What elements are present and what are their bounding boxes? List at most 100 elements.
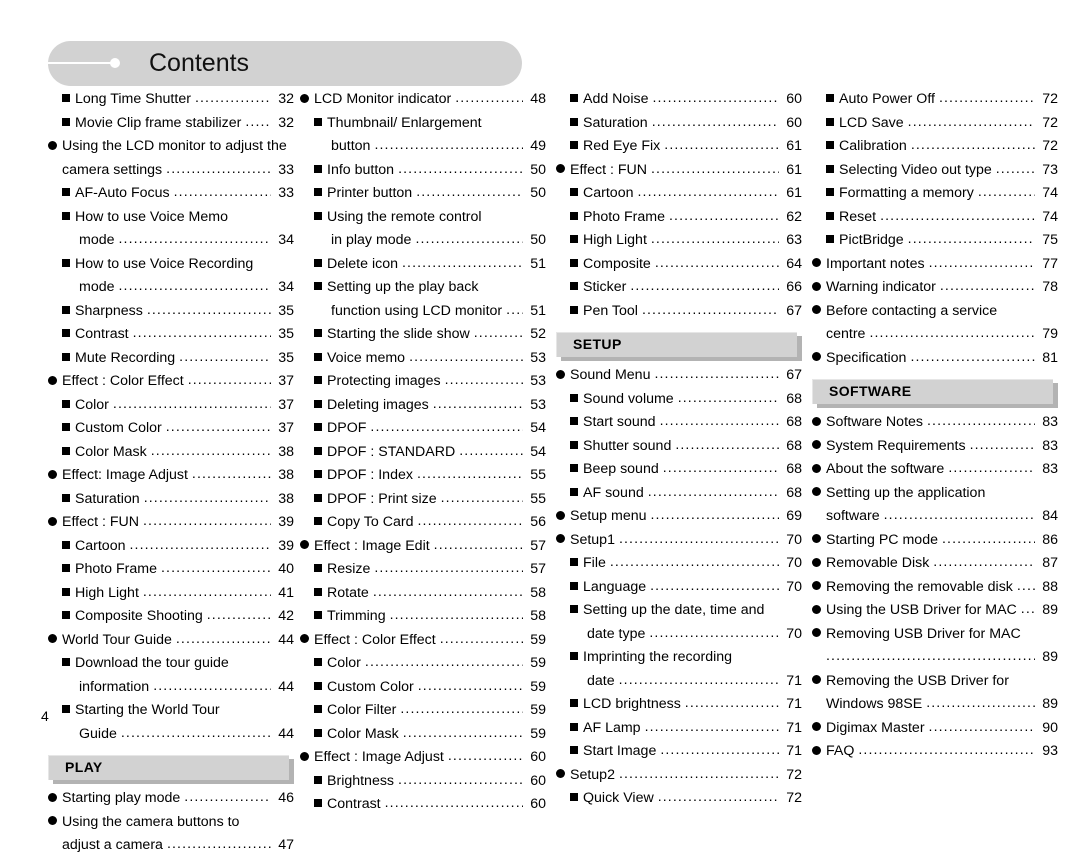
toc-entry[interactable]: Using the camera buttons to [48, 811, 294, 835]
toc-entry[interactable]: Composite Shooting 42 [48, 605, 294, 629]
toc-entry[interactable]: Info button 50 [300, 159, 546, 183]
toc-entry[interactable]: Effect : FUN 61 [556, 159, 802, 183]
toc-entry[interactable]: Using the LCD monitor to adjust the [48, 135, 294, 159]
toc-entry[interactable]: Protecting images 53 [300, 370, 546, 394]
toc-entry[interactable]: Cartoon 61 [556, 182, 802, 206]
toc-entry[interactable]: Starting the slide show 52 [300, 323, 546, 347]
toc-entry[interactable]: Removing the removable disk 88 [812, 576, 1058, 600]
toc-entry[interactable]: Photo Frame 40 [48, 558, 294, 582]
toc-entry[interactable]: Beep sound 68 [556, 458, 802, 482]
toc-entry[interactable]: Thumbnail/ Enlargement [300, 112, 546, 136]
toc-entry[interactable]: Trimming 58 [300, 605, 546, 629]
toc-entry[interactable]: Effect : Image Adjust 60 [300, 746, 546, 770]
toc-entry[interactable]: AF sound 68 [556, 482, 802, 506]
toc-entry[interactable]: Photo Frame 62 [556, 206, 802, 230]
toc-entry[interactable]: Effect : Image Edit 57 [300, 535, 546, 559]
toc-entry[interactable]: date type 70 [556, 623, 802, 647]
toc-entry[interactable]: How to use Voice Memo [48, 206, 294, 230]
toc-entry[interactable]: Add Noise 60 [556, 88, 802, 112]
toc-entry[interactable]: LCD brightness 71 [556, 693, 802, 717]
toc-entry[interactable]: Sharpness 35 [48, 300, 294, 324]
toc-entry[interactable]: function using LCD monitor 51 [300, 300, 546, 324]
toc-entry[interactable]: adjust a camera 47 [48, 834, 294, 858]
toc-entry[interactable]: Specification 81 [812, 347, 1058, 371]
toc-entry[interactable]: Brightness 60 [300, 770, 546, 794]
toc-entry[interactable]: Language 70 [556, 576, 802, 600]
toc-entry[interactable]: File 70 [556, 552, 802, 576]
toc-entry[interactable]: Guide 44 [48, 723, 294, 747]
toc-entry[interactable]: Composite 64 [556, 253, 802, 277]
toc-entry[interactable]: Effect: Image Adjust 38 [48, 464, 294, 488]
toc-entry[interactable]: software 84 [812, 505, 1058, 529]
toc-entry[interactable]: Shutter sound 68 [556, 435, 802, 459]
toc-entry[interactable]: Warning indicator 78 [812, 276, 1058, 300]
toc-entry[interactable]: High Light 63 [556, 229, 802, 253]
toc-entry[interactable]: Removing USB Driver for MAC [812, 623, 1058, 647]
toc-entry[interactable]: FAQ 93 [812, 740, 1058, 764]
toc-entry[interactable]: Starting the World Tour [48, 699, 294, 723]
toc-entry[interactable]: camera settings 33 [48, 159, 294, 183]
toc-entry[interactable]: About the software 83 [812, 458, 1058, 482]
toc-entry[interactable]: in play mode 50 [300, 229, 546, 253]
toc-entry[interactable]: AF-Auto Focus 33 [48, 182, 294, 206]
toc-entry[interactable]: mode 34 [48, 229, 294, 253]
toc-entry[interactable]: Software Notes 83 [812, 411, 1058, 435]
toc-entry[interactable]: Copy To Card 56 [300, 511, 546, 535]
toc-entry[interactable]: mode 34 [48, 276, 294, 300]
toc-entry[interactable]: Imprinting the recording [556, 646, 802, 670]
toc-entry[interactable]: DPOF : Index 55 [300, 464, 546, 488]
toc-entry[interactable]: Custom Color 37 [48, 417, 294, 441]
toc-entry[interactable]: Start Image 71 [556, 740, 802, 764]
toc-entry[interactable]: Long Time Shutter 32 [48, 88, 294, 112]
toc-entry[interactable]: LCD Save 72 [812, 112, 1058, 136]
toc-entry[interactable]: Contrast 60 [300, 793, 546, 817]
toc-entry[interactable]: Starting PC mode 86 [812, 529, 1058, 553]
toc-entry[interactable]: High Light 41 [48, 582, 294, 606]
toc-entry[interactable]: Effect : Color Effect 37 [48, 370, 294, 394]
toc-entry[interactable]: AF Lamp 71 [556, 717, 802, 741]
toc-entry[interactable]: Formatting a memory 74 [812, 182, 1058, 206]
toc-entry[interactable]: Setting up the date, time and [556, 599, 802, 623]
toc-entry[interactable]: PictBridge 75 [812, 229, 1058, 253]
toc-entry[interactable]: Removable Disk 87 [812, 552, 1058, 576]
toc-entry[interactable]: Custom Color 59 [300, 676, 546, 700]
toc-entry[interactable]: How to use Voice Recording [48, 253, 294, 277]
toc-entry[interactable]: Saturation 60 [556, 112, 802, 136]
toc-entry[interactable]: Setup menu 69 [556, 505, 802, 529]
toc-entry[interactable]: Calibration 72 [812, 135, 1058, 159]
toc-entry[interactable]: Sound Menu 67 [556, 364, 802, 388]
toc-entry[interactable]: Using the remote control [300, 206, 546, 230]
toc-entry[interactable]: Auto Power Off 72 [812, 88, 1058, 112]
toc-entry[interactable]: Reset 74 [812, 206, 1058, 230]
toc-entry[interactable]: Sticker 66 [556, 276, 802, 300]
toc-entry[interactable]: DPOF : STANDARD 54 [300, 441, 546, 465]
toc-entry[interactable]: Before contacting a service [812, 300, 1058, 324]
toc-entry[interactable]: Using the USB Driver for MAC 89 [812, 599, 1058, 623]
toc-entry[interactable]: Quick View 72 [556, 787, 802, 811]
toc-entry[interactable]: Setting up the application [812, 482, 1058, 506]
toc-entry[interactable]: Starting play mode 46 [48, 787, 294, 811]
toc-entry[interactable]: Color Filter 59 [300, 699, 546, 723]
toc-entry[interactable]: Important notes 77 [812, 253, 1058, 277]
toc-entry[interactable]: Start sound 68 [556, 411, 802, 435]
toc-entry[interactable]: Pen Tool 67 [556, 300, 802, 324]
toc-entry[interactable]: World Tour Guide 44 [48, 629, 294, 653]
toc-entry[interactable]: Setup1 70 [556, 529, 802, 553]
toc-entry[interactable]: DPOF : Print size 55 [300, 488, 546, 512]
toc-entry[interactable]: Setup2 72 [556, 764, 802, 788]
toc-entry[interactable]: Color Mask 38 [48, 441, 294, 465]
toc-entry[interactable]: Resize 57 [300, 558, 546, 582]
toc-entry[interactable]: Deleting images 53 [300, 394, 546, 418]
toc-entry[interactable]: Windows 98SE 89 [812, 693, 1058, 717]
toc-entry[interactable]: Effect : FUN 39 [48, 511, 294, 535]
toc-entry[interactable]: Saturation 38 [48, 488, 294, 512]
toc-entry[interactable]: Sound volume 68 [556, 388, 802, 412]
toc-entry[interactable]: button 49 [300, 135, 546, 159]
toc-entry[interactable]: Printer button 50 [300, 182, 546, 206]
toc-entry[interactable]: Color Mask 59 [300, 723, 546, 747]
toc-entry[interactable]: centre 79 [812, 323, 1058, 347]
toc-entry[interactable]: Movie Clip frame stabilizer 32 [48, 112, 294, 136]
toc-entry[interactable]: Download the tour guide [48, 652, 294, 676]
toc-entry[interactable]: Color 59 [300, 652, 546, 676]
toc-entry[interactable]: Voice memo 53 [300, 347, 546, 371]
